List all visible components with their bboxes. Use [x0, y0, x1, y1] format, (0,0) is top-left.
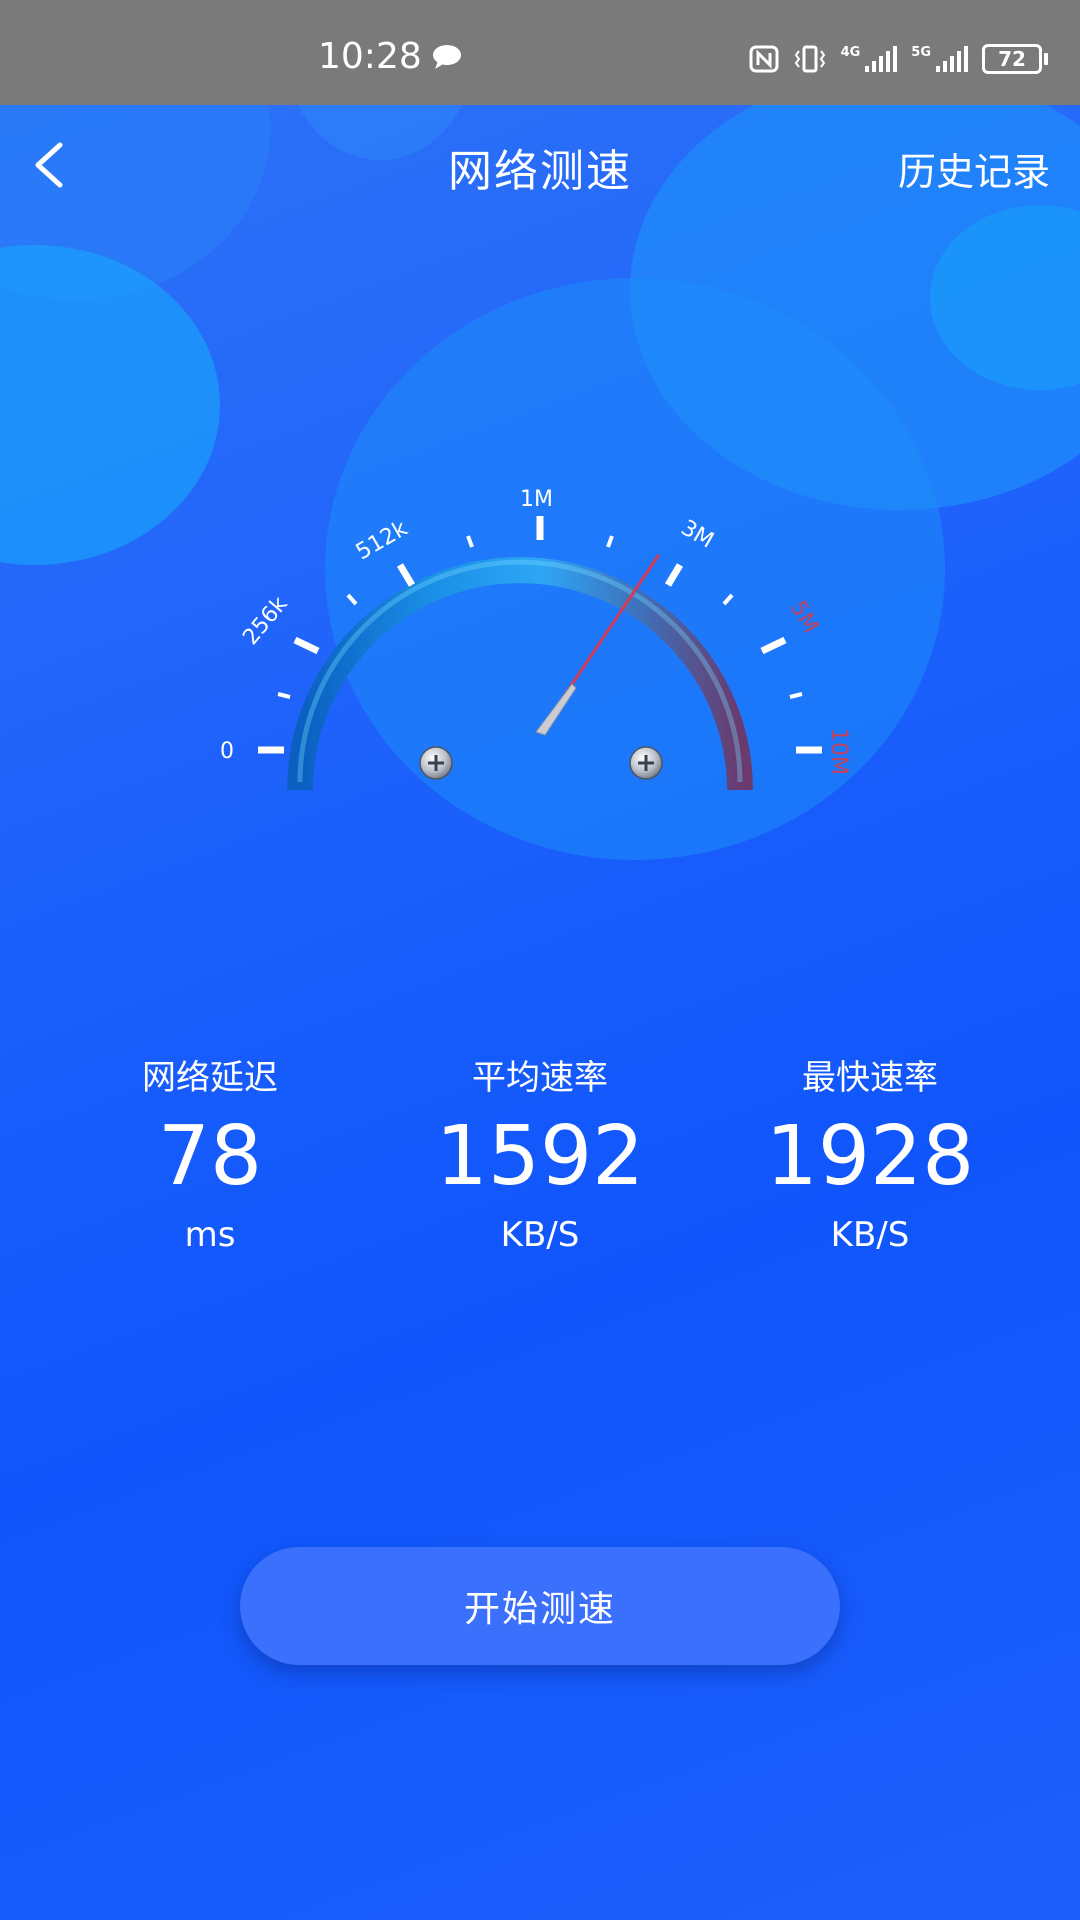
- latency-label: 网络延迟: [142, 1058, 278, 1098]
- gauge-arc: [287, 557, 753, 791]
- latency-value: 78: [157, 1109, 263, 1204]
- nfc-icon: [749, 45, 779, 73]
- gauge-label-1m: 1M: [520, 487, 553, 512]
- decor-bubble: [930, 205, 1080, 390]
- gauge-screw-right: [629, 746, 663, 780]
- signal-4g-icon: 4G: [841, 46, 898, 72]
- fastest-speed-label: 最快速率: [802, 1058, 938, 1098]
- latency-unit: ms: [184, 1215, 236, 1255]
- gauge-label-5m: 5M: [785, 597, 823, 638]
- battery-icon: 72: [982, 44, 1048, 74]
- average-speed-value: 1592: [435, 1109, 645, 1204]
- history-button[interactable]: 历史记录: [898, 141, 1050, 196]
- status-bar: 10:28 4G 5G 72: [0, 0, 1080, 105]
- average-speed-unit: KB/S: [500, 1215, 580, 1255]
- gauge-label-3m: 3M: [677, 516, 718, 554]
- vibrate-icon: [794, 45, 825, 73]
- latency-stat: 网络延迟 78 ms: [60, 1050, 360, 1255]
- gauge-label-256k: 256k: [238, 592, 292, 650]
- decor-bubble: [0, 245, 220, 565]
- start-test-label: 开始测速: [463, 1589, 616, 1630]
- status-time-group: 10:28: [318, 36, 462, 77]
- chat-bubble-icon: [432, 44, 461, 69]
- speed-stats: 网络延迟 78 ms 平均速率 1592 KB/S 最快速率 1928 KB/S: [0, 1050, 1080, 1255]
- gauge-arc-highlight: [297, 559, 743, 783]
- signal-5g-icon: 5G: [911, 46, 968, 72]
- gauge-label-0: 0: [220, 739, 234, 764]
- speed-test-screen: 10:28 4G 5G 72 网络测速 历史记录 0 256k 512k 1M …: [0, 0, 1080, 1920]
- start-test-button[interactable]: 开始测速: [240, 1547, 840, 1665]
- fastest-speed-stat: 最快速率 1928 KB/S: [720, 1050, 1020, 1255]
- status-icons: 4G 5G 72: [749, 44, 1048, 74]
- gauge-label-10m: 10M: [826, 728, 851, 775]
- status-time: 10:28: [318, 36, 422, 77]
- battery-level: 72: [998, 47, 1026, 71]
- speed-gauge: 0 256k 512k 1M 3M 5M 10M: [220, 487, 851, 791]
- title-bar: 网络测速 历史记录: [0, 105, 1080, 225]
- fastest-speed-unit: KB/S: [830, 1215, 910, 1255]
- gauge-screw-left: [419, 746, 453, 780]
- fastest-speed-value: 1928: [765, 1109, 975, 1204]
- average-speed-label: 平均速率: [472, 1058, 608, 1098]
- gauge-label-512k: 512k: [352, 516, 412, 565]
- average-speed-stat: 平均速率 1592 KB/S: [390, 1050, 690, 1255]
